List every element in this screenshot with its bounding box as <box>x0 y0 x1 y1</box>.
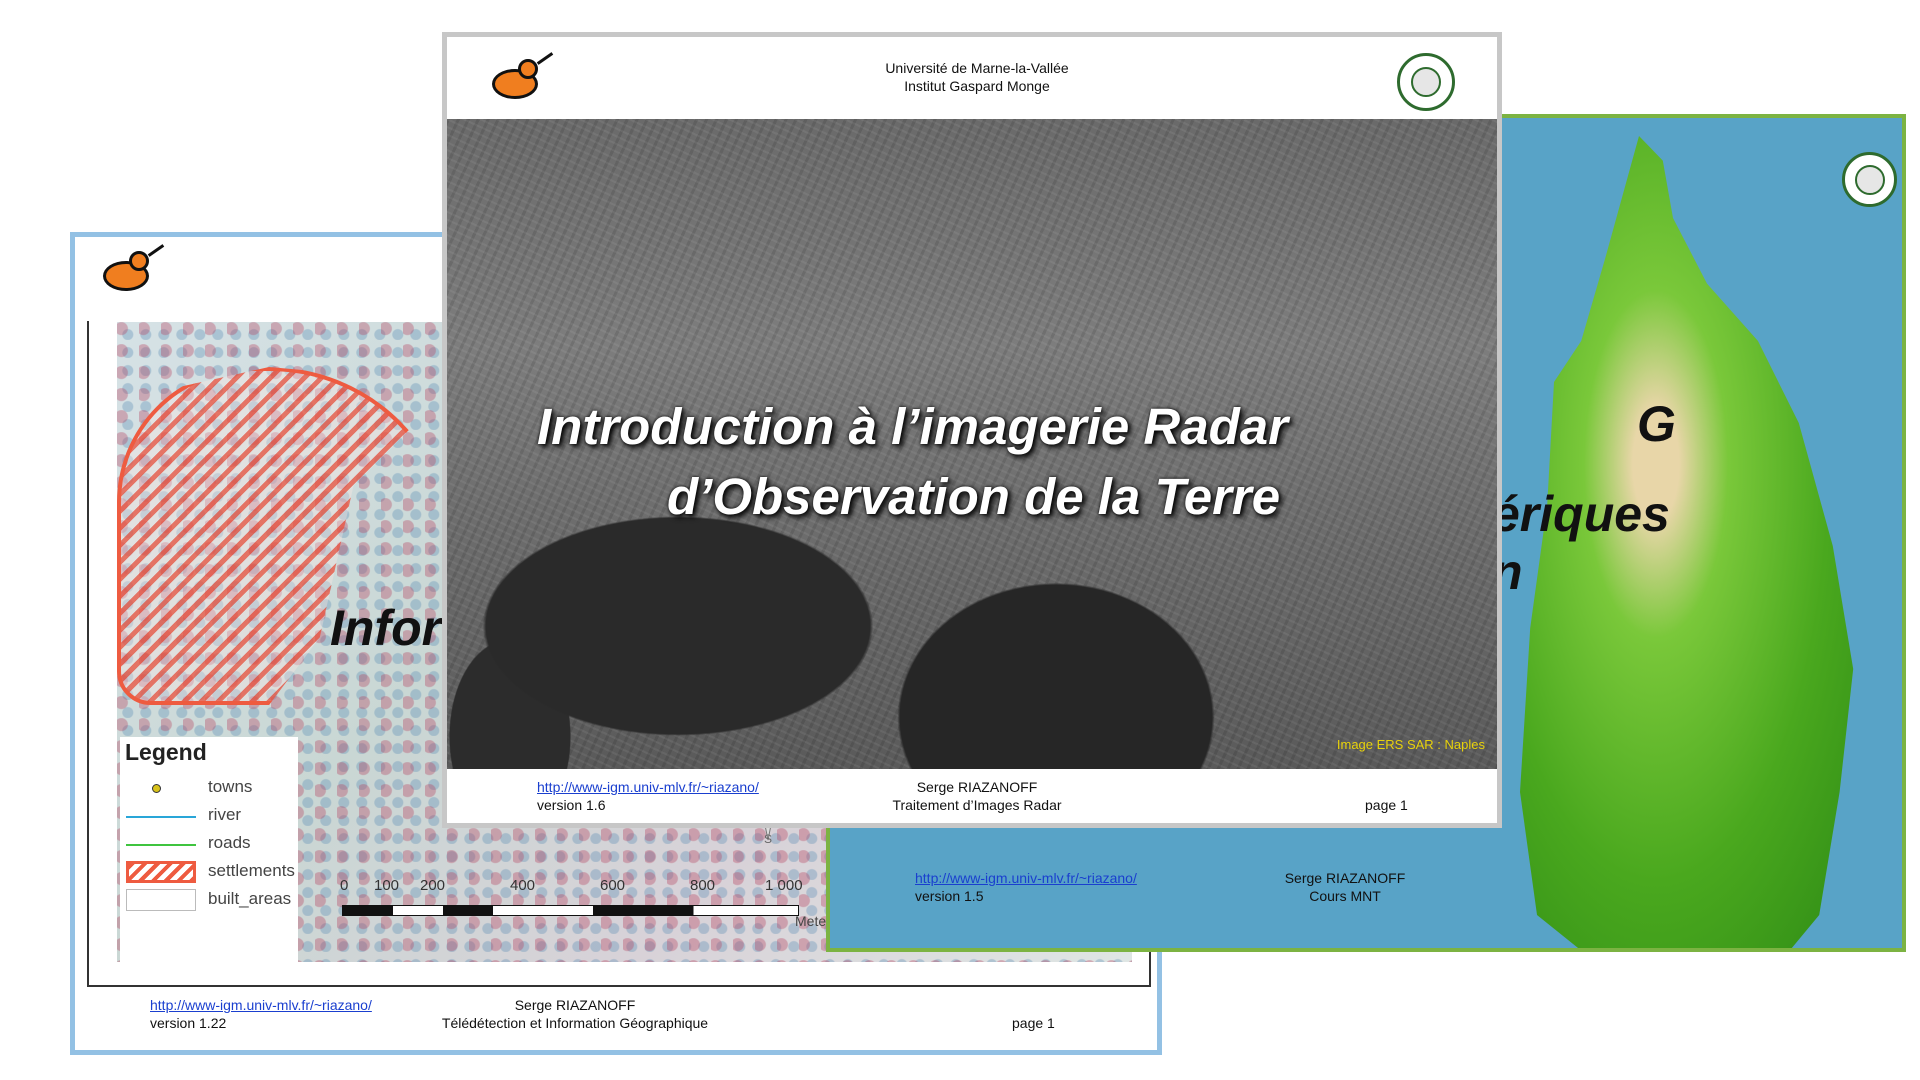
slide-footer: http://www-igm.univ-mlv.fr/~riazano/ ver… <box>915 870 1615 910</box>
footer-course: Télédétection et Information Géographiqu… <box>441 1015 709 1031</box>
footer-author: Serge RIAZANOFF <box>916 779 1038 795</box>
slide-title: Introduction à l’imagerie Radar d’Observ… <box>537 398 1288 525</box>
image-credit: Image ERS SAR : Naples <box>1336 737 1485 752</box>
footer-course: Traitement d’Images Radar <box>892 797 1062 813</box>
settlement-hatch-icon <box>126 861 196 883</box>
legend-item: towns <box>126 775 301 801</box>
slide-title: Infor <box>330 600 442 656</box>
footer-version: version 1.5 <box>915 888 984 904</box>
footer-link[interactable]: http://www-igm.univ-mlv.fr/~riazano/ <box>150 997 372 1014</box>
course-link[interactable]: http://www-igm.univ-mlv.fr/~riazano/ <box>150 997 372 1013</box>
footer-course: Cours MNT <box>1309 888 1381 904</box>
university-logo-icon <box>103 244 167 295</box>
institute-name: Institut Gaspard Monge <box>904 78 1050 94</box>
course-link[interactable]: http://www-igm.univ-mlv.fr/~riazano/ <box>537 779 759 795</box>
compass-letter: S <box>764 832 772 845</box>
built-area-box-icon <box>126 889 196 911</box>
university-name: Université de Marne-la-Vallée <box>885 60 1069 76</box>
course-link[interactable]: http://www-igm.univ-mlv.fr/~riazano/ <box>915 870 1137 886</box>
institute-seal-icon <box>1842 152 1897 207</box>
legend-item: river <box>126 803 301 829</box>
footer-page: page 1 <box>1012 1015 1055 1031</box>
legend-title: Legend <box>125 739 207 765</box>
map-legend: Legend towns river roads settlements bui… <box>120 737 298 962</box>
scale-bar: 0 100 200 400 600 800 1 000 Meters <box>340 877 838 929</box>
footer-version: version 1.22 <box>150 1015 227 1031</box>
footer-page: page 1 <box>1365 797 1408 813</box>
footer-version: version 1.6 <box>537 797 606 813</box>
legend-item: roads <box>126 831 301 857</box>
town-point-icon <box>126 780 196 798</box>
road-line-icon <box>126 836 196 854</box>
scale-bar-segments <box>342 905 799 916</box>
slide-radar[interactable]: Université de Marne-la-Vallée Institut G… <box>442 32 1502 828</box>
slide-footer: http://www-igm.univ-mlv.fr/~riazano/ ver… <box>447 777 1497 822</box>
river-line-icon <box>126 808 196 826</box>
legend-item: settlements <box>126 859 301 885</box>
institute-seal-icon <box>1397 53 1455 111</box>
footer-author: Serge RIAZANOFF <box>514 997 636 1013</box>
university-logo-icon <box>492 52 556 103</box>
slide-header: Université de Marne-la-Vallée Institut G… <box>827 59 1127 95</box>
legend-item: built_areas <box>126 887 301 913</box>
footer-author: Serge RIAZANOFF <box>1284 870 1406 886</box>
